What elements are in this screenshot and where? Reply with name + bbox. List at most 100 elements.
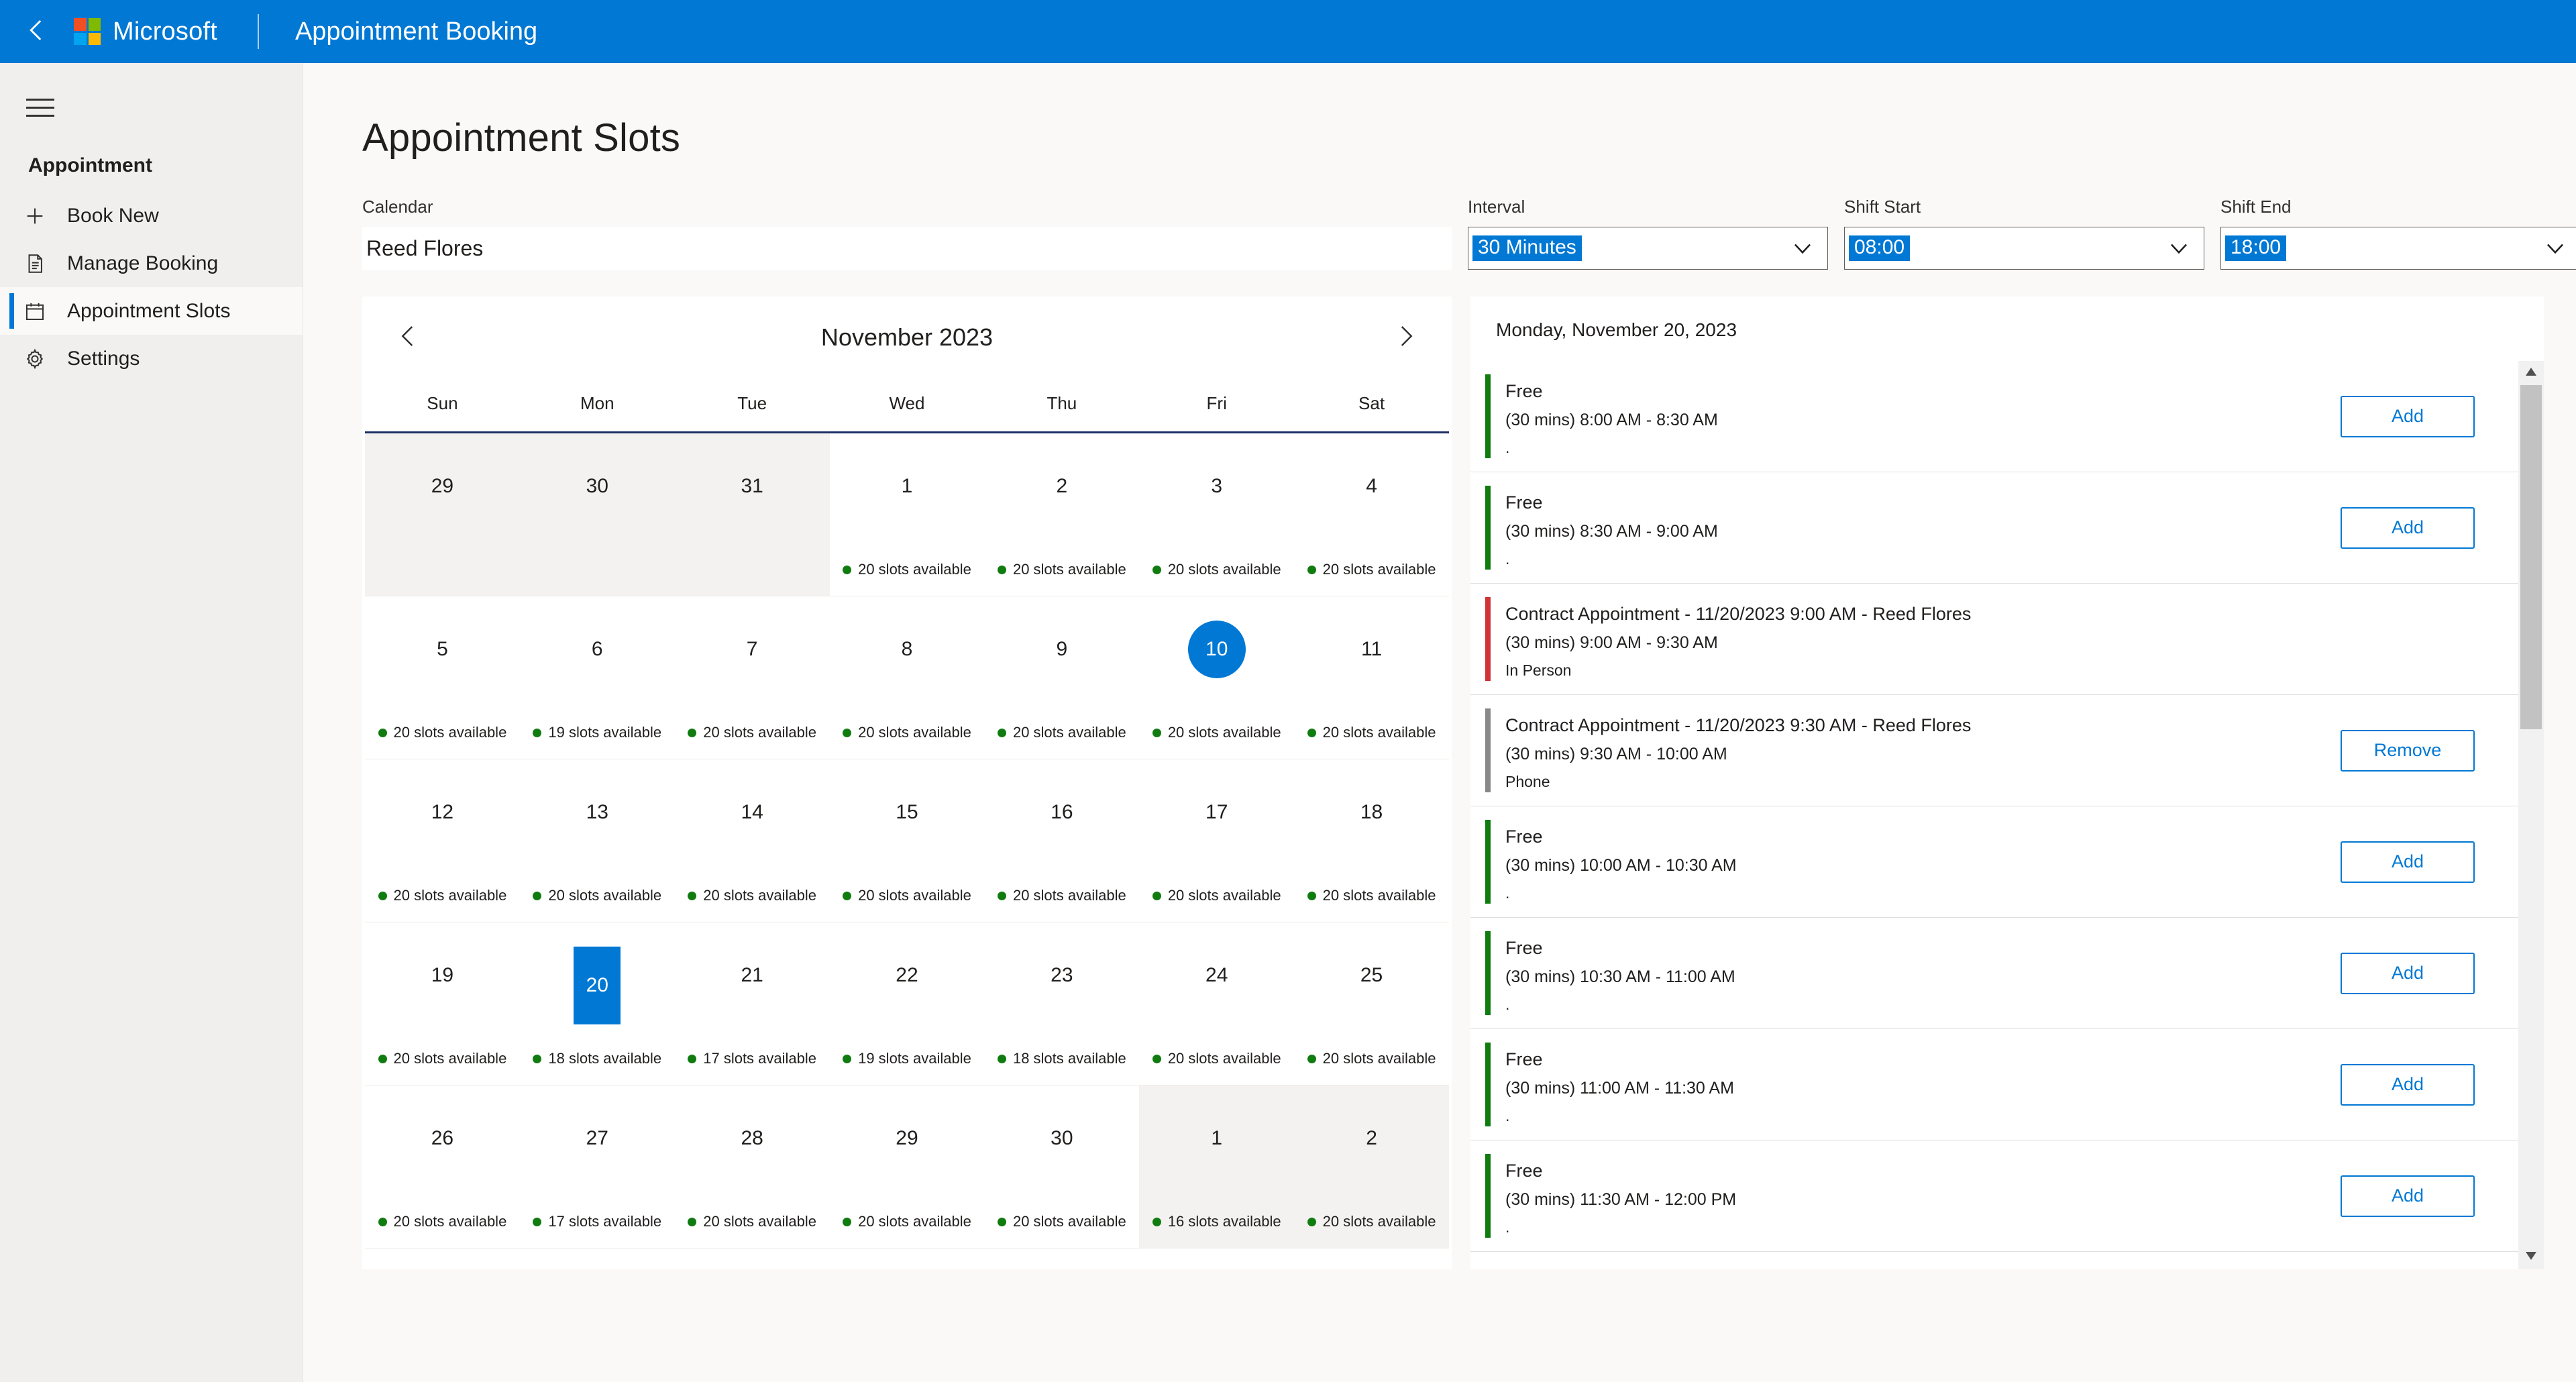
shift-end-select[interactable]: 18:00: [2220, 227, 2576, 270]
calendar-day-cell[interactable]: 31: [674, 433, 830, 596]
calendar-day-cell[interactable]: 14 20 slots available: [675, 759, 830, 922]
slot-mode: .: [1505, 1218, 1510, 1236]
calendar-day-cell[interactable]: 28 20 slots available: [675, 1085, 830, 1248]
slot-status-bar: [1485, 597, 1491, 681]
calendar-day-cell[interactable]: 12 20 slots available: [365, 759, 520, 922]
scroll-up-button[interactable]: [2524, 361, 2538, 385]
availability-dot-icon: [1152, 565, 1161, 574]
calendar-week-row: 26 20 slots available 27 17 slots available…: [365, 1085, 1449, 1248]
availability-text: 20 slots available: [1322, 561, 1436, 578]
add-slot-button[interactable]: Add: [2341, 952, 2475, 994]
calendar-day-cell[interactable]: 26 20 slots available: [365, 1085, 520, 1248]
calendar-day-cell[interactable]: 11 20 slots available: [1294, 596, 1449, 759]
day-slots-availability: 20 slots available: [1307, 561, 1436, 578]
calendar-day-cell[interactable]: 8 20 slots available: [830, 596, 985, 759]
calendar-day-number: 7: [746, 638, 758, 660]
availability-dot-icon: [1307, 728, 1316, 737]
back-button[interactable]: [0, 16, 74, 48]
calendar-day-cell[interactable]: 21 17 slots available: [675, 922, 830, 1085]
slots-scrollbar[interactable]: [2518, 361, 2544, 1269]
hamburger-icon[interactable]: [8, 75, 72, 140]
calendar-day-cell[interactable]: 24 20 slots available: [1139, 922, 1294, 1085]
slot-status-bar: [1485, 820, 1491, 904]
calendar-day-cell[interactable]: 2 20 slots available: [984, 433, 1139, 596]
add-slot-button[interactable]: Add: [2341, 841, 2475, 883]
scrollbar-track[interactable]: [2518, 385, 2544, 1245]
slot-status-bar: [1485, 708, 1491, 792]
shift-start-field: Shift Start 08:00: [1844, 197, 2204, 270]
availability-text: 20 slots available: [548, 887, 662, 904]
microsoft-squares-icon: [74, 18, 101, 45]
calendar-day-number: 6: [591, 638, 603, 660]
calendar-day-cell[interactable]: 29: [365, 433, 520, 596]
slot-mode: .: [1505, 884, 1510, 902]
calendar-day-cell[interactable]: 23 18 slots available: [984, 922, 1139, 1085]
prev-month-button[interactable]: [385, 314, 432, 361]
calendar-day-cell[interactable]: 18 20 slots available: [1294, 759, 1449, 922]
calendar-header: November 2023: [362, 297, 1452, 378]
sidebar-item-manage-booking[interactable]: Manage Booking: [0, 240, 303, 287]
availability-text: 20 slots available: [393, 887, 507, 904]
calendar-input[interactable]: Reed Flores: [362, 227, 1452, 270]
slot-details: Free (30 mins) 11:30 AM - 12:00 PM.: [1491, 1149, 2297, 1243]
availability-dot-icon: [997, 891, 1006, 900]
calendar-field: Calendar Reed Flores: [362, 197, 1452, 270]
slot-row: Free (30 mins) 8:00 AM - 8:30 AM. Add: [1470, 361, 2518, 472]
calendar-day-cell[interactable]: 6 19 slots available: [520, 596, 675, 759]
calendar-day-cell[interactable]: 25 20 slots available: [1294, 922, 1449, 1085]
calendar-week-row: 19 20 slots available 20 18 slots available…: [365, 922, 1449, 1085]
sidebar-item-book-new[interactable]: Book New: [0, 192, 303, 240]
calendar-day-cell[interactable]: 30 20 slots available: [984, 1085, 1139, 1248]
sidebar-item-appointment-slots[interactable]: Appointment Slots: [0, 287, 303, 335]
interval-select[interactable]: 30 Minutes: [1468, 227, 1828, 270]
calendar-day-cell[interactable]: 15 20 slots available: [830, 759, 985, 922]
calendar-day-cell[interactable]: 13 20 slots available: [520, 759, 675, 922]
add-slot-button[interactable]: Add: [2341, 507, 2475, 549]
chevron-left-icon: [23, 16, 51, 48]
sidebar-item-label: Manage Booking: [67, 252, 219, 274]
calendar-day-cell[interactable]: 7 20 slots available: [675, 596, 830, 759]
calendar-day-cell[interactable]: 9 20 slots available: [984, 596, 1139, 759]
calendar-day-cell[interactable]: 1 20 slots available: [830, 433, 985, 596]
availability-dot-icon: [688, 891, 697, 900]
calendar-day-cell[interactable]: 4 20 slots available: [1294, 433, 1449, 596]
calendar-day-cell[interactable]: 2 20 slots available: [1294, 1085, 1449, 1248]
calendar-day-cell[interactable]: 20 18 slots available: [520, 922, 675, 1085]
add-slot-button[interactable]: Add: [2341, 1175, 2475, 1217]
calendar-day-cell[interactable]: 22 19 slots available: [830, 922, 985, 1085]
calendar-day-cell[interactable]: 19 20 slots available: [365, 922, 520, 1085]
slot-action-cell: Add: [2297, 926, 2518, 1020]
dow-label: Fri: [1206, 393, 1227, 413]
remove-slot-button[interactable]: Remove: [2341, 729, 2475, 772]
calendar-day-cell[interactable]: 1 16 slots available: [1139, 1085, 1295, 1248]
slot-title: Free: [1505, 827, 1543, 847]
availability-text: 18 slots available: [548, 1050, 662, 1067]
slot-details: Free (30 mins) 8:30 AM - 9:00 AM.: [1491, 480, 2297, 575]
calendar-day-cell[interactable]: 16 20 slots available: [984, 759, 1139, 922]
calendar-day-cell[interactable]: 3 20 slots available: [1139, 433, 1294, 596]
availability-text: 20 slots available: [1167, 1050, 1281, 1067]
calendar-day-cell[interactable]: 5 20 slots available: [365, 596, 520, 759]
calendar-day-number: 12: [431, 801, 454, 823]
calendar-day-cell[interactable]: 27 17 slots available: [520, 1085, 675, 1248]
availability-text: 20 slots available: [1167, 561, 1281, 578]
slot-details: Free (30 mins) 11:00 AM - 11:30 AM.: [1491, 1037, 2297, 1132]
calendar-field-label: Calendar: [362, 197, 433, 217]
calendar-day-cell[interactable]: 29 20 slots available: [830, 1085, 985, 1248]
calendar-day-number: 9: [1056, 638, 1068, 660]
calendar-day-cell[interactable]: 10 20 slots available: [1139, 596, 1294, 759]
add-slot-button[interactable]: Add: [2341, 395, 2475, 437]
calendar-day-number: 2: [1366, 1127, 1377, 1149]
availability-dot-icon: [997, 728, 1006, 737]
calendar-day-number: 13: [586, 801, 608, 823]
calendar-day-cell[interactable]: 30: [519, 433, 675, 596]
shift-start-select[interactable]: 08:00: [1844, 227, 2204, 270]
sidebar-item-settings[interactable]: Settings: [0, 335, 303, 382]
availability-text: 17 slots available: [548, 1213, 662, 1230]
day-slots-availability: 20 slots available: [1307, 1050, 1436, 1067]
next-month-button[interactable]: [1382, 314, 1429, 361]
scroll-down-button[interactable]: [2524, 1245, 2538, 1269]
calendar-day-cell[interactable]: 17 20 slots available: [1139, 759, 1294, 922]
scrollbar-thumb[interactable]: [2520, 385, 2542, 729]
add-slot-button[interactable]: Add: [2341, 1063, 2475, 1106]
